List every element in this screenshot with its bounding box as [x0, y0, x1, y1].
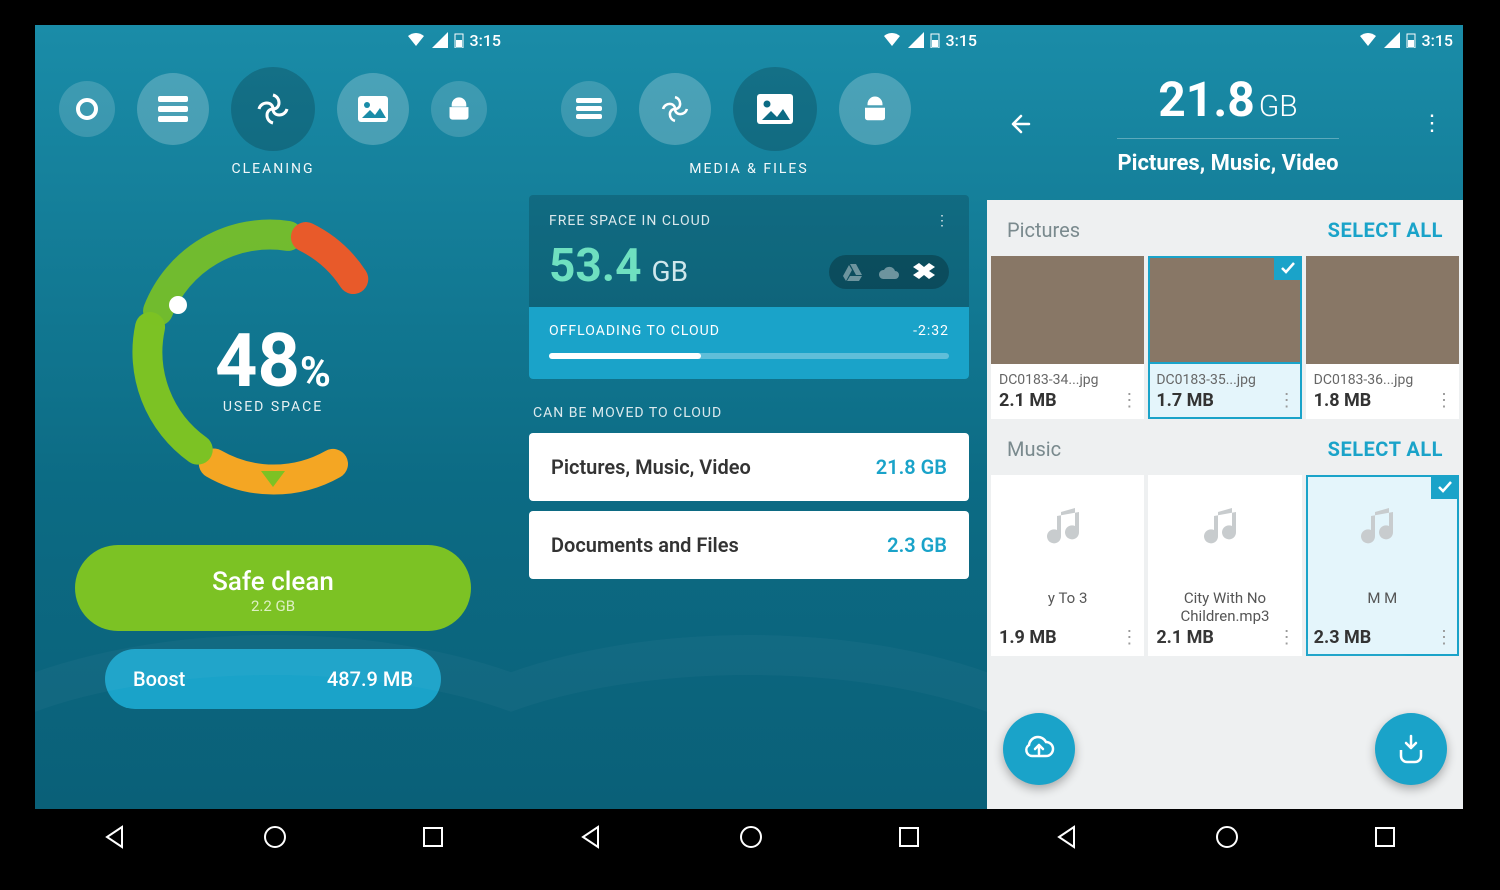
status-bar: 3:15 — [35, 25, 511, 55]
tab-media[interactable] — [337, 73, 409, 145]
item-menu-icon[interactable]: ⋮ — [1120, 392, 1138, 410]
tab-storage[interactable] — [561, 81, 617, 137]
pictures-grid: DC0183-34...jpg 2.1 MB⋮ DC0183-35...jpg … — [987, 256, 1463, 419]
screen-cleaning: 3:15 CLEANING 48% USED SPACE Safe clean … — [35, 25, 511, 865]
card-menu-icon[interactable]: ⋮ — [935, 213, 949, 229]
safe-clean-button[interactable]: Safe clean 2.2 GB — [75, 545, 471, 631]
wifi-icon — [882, 32, 902, 48]
nav-recent-icon[interactable] — [1374, 826, 1396, 848]
check-icon — [1431, 475, 1459, 499]
music-tile[interactable]: y To 3 1.9 MB⋮ — [991, 475, 1144, 656]
back-arrow-icon[interactable] — [1007, 110, 1035, 138]
screen-media-files: 3:15 MEDIA & FILES FREE SPACE IN CLOUD ⋮… — [511, 25, 987, 865]
tab-storage[interactable] — [137, 73, 209, 145]
category-total-unit: GB — [1259, 89, 1298, 124]
status-bar: 3:15 — [987, 25, 1463, 55]
item-menu-icon[interactable]: ⋮ — [1278, 392, 1296, 410]
nav-back-icon[interactable] — [1054, 824, 1080, 850]
item-menu-icon[interactable]: ⋮ — [1120, 629, 1138, 647]
cloud-free-unit: GB — [652, 255, 689, 288]
row-documents-files[interactable]: Documents and Files 2.3 GB — [529, 511, 969, 579]
offload-progress: OFFLOADING TO CLOUD -2:32 — [529, 307, 969, 379]
tab-label: MEDIA & FILES — [511, 161, 987, 177]
music-tile[interactable]: City With No Children.mp3 2.1 MB⋮ — [1148, 475, 1301, 656]
upload-to-cloud-fab[interactable] — [1003, 713, 1075, 785]
android-nav — [511, 809, 987, 865]
used-percent: 48% — [215, 318, 331, 405]
check-icon — [1274, 256, 1302, 280]
music-note-icon — [1200, 504, 1250, 554]
battery-icon — [454, 32, 464, 48]
nav-recent-icon[interactable] — [898, 826, 920, 848]
tab-label: CLEANING — [35, 161, 511, 177]
cloud-free-value: 53.4 — [549, 239, 642, 293]
signal-icon — [1384, 32, 1400, 48]
screen-category-detail: 3:15 21.8 GB Pictures, Music, Video ⋮ Pi… — [987, 25, 1463, 865]
picture-tile[interactable]: DC0183-35...jpg 1.7 MB⋮ — [1148, 256, 1301, 419]
battery-icon — [930, 32, 940, 48]
picture-tile[interactable]: DC0183-36...jpg 1.8 MB⋮ — [1306, 256, 1459, 419]
section-pictures: Pictures — [1007, 218, 1080, 242]
cloud-providers[interactable] — [829, 255, 949, 289]
thumbnail — [991, 256, 1144, 364]
tab-apps[interactable] — [431, 81, 487, 137]
category-total-value: 21.8 — [1158, 71, 1255, 128]
overflow-menu-icon[interactable]: ⋮ — [1421, 111, 1443, 136]
category-subtitle: Pictures, Music, Video — [1117, 138, 1338, 176]
free-cloud-label: FREE SPACE IN CLOUD — [549, 213, 711, 229]
item-menu-icon[interactable]: ⋮ — [1435, 629, 1453, 647]
tab-media[interactable] — [733, 67, 817, 151]
delete-fab[interactable] — [1375, 713, 1447, 785]
google-drive-icon — [843, 263, 863, 281]
battery-icon — [1406, 32, 1416, 48]
top-tabs — [35, 55, 511, 157]
android-nav — [987, 809, 1463, 865]
music-note-icon — [1357, 504, 1407, 554]
status-bar: 3:15 — [511, 25, 987, 55]
dropbox-icon — [913, 263, 935, 281]
wifi-icon — [1358, 32, 1378, 48]
boost-button[interactable]: Boost 487.9 MB — [105, 649, 441, 709]
item-menu-icon[interactable]: ⋮ — [1435, 392, 1453, 410]
music-note-icon — [1043, 504, 1093, 554]
signal-icon — [908, 32, 924, 48]
music-tile[interactable]: M M 2.3 MB⋮ — [1306, 475, 1459, 656]
cloud-card: FREE SPACE IN CLOUD ⋮ 53.4 GB OFFLOADING… — [529, 195, 969, 379]
progress-bar — [549, 353, 949, 359]
wifi-icon — [406, 32, 426, 48]
nav-back-icon[interactable] — [578, 824, 604, 850]
used-label: USED SPACE — [223, 399, 323, 415]
clock: 3:15 — [470, 31, 502, 50]
usage-gauge: 48% USED SPACE — [108, 195, 438, 525]
signal-icon — [432, 32, 448, 48]
thumbnail — [1306, 256, 1459, 364]
tab-cleaning[interactable] — [639, 73, 711, 145]
nav-home-icon[interactable] — [738, 824, 764, 850]
item-menu-icon[interactable]: ⋮ — [1278, 629, 1296, 647]
select-all-pictures[interactable]: SELECT ALL — [1328, 218, 1443, 242]
android-nav — [35, 809, 511, 865]
tab-cleaning[interactable] — [231, 67, 315, 151]
nav-home-icon[interactable] — [262, 824, 288, 850]
move-to-cloud-label: CAN BE MOVED TO CLOUD — [533, 405, 965, 421]
picture-tile[interactable]: DC0183-34...jpg 2.1 MB⋮ — [991, 256, 1144, 419]
tab-home[interactable] — [59, 81, 115, 137]
nav-back-icon[interactable] — [102, 824, 128, 850]
onedrive-icon — [877, 265, 899, 279]
top-tabs — [511, 55, 987, 157]
tab-apps[interactable] — [839, 73, 911, 145]
nav-home-icon[interactable] — [1214, 824, 1240, 850]
music-grid: y To 3 1.9 MB⋮ City With No Children.mp3… — [987, 475, 1463, 656]
row-pictures-music-video[interactable]: Pictures, Music, Video 21.8 GB — [529, 433, 969, 501]
nav-recent-icon[interactable] — [422, 826, 444, 848]
select-all-music[interactable]: SELECT ALL — [1328, 437, 1443, 461]
section-music: Music — [1007, 437, 1061, 461]
